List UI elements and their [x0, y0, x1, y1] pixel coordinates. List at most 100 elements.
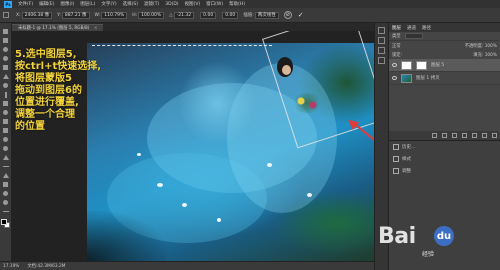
gradient-tool-icon[interactable]: [1, 126, 10, 135]
menu-help[interactable]: 帮助(H): [226, 1, 248, 7]
dodge-tool-icon[interactable]: [1, 144, 10, 153]
menu-filter[interactable]: 滤镜(T): [141, 1, 162, 7]
reference-point[interactable]: [3, 12, 11, 18]
cancel-transform-button[interactable]: ⊘: [283, 11, 292, 19]
layer-row[interactable]: 图层 1 拷贝: [389, 72, 500, 85]
menu-layer[interactable]: 图层(L): [77, 1, 98, 7]
filter-field[interactable]: [404, 33, 423, 39]
baidu-paw-logo: du: [434, 226, 454, 246]
color-panel-icon[interactable]: [378, 27, 385, 34]
opacity-value[interactable]: 100%: [485, 44, 497, 49]
lock-row: 锁定: 填充: 100%: [389, 50, 500, 59]
x-field[interactable]: 2406.38 像: [21, 11, 53, 19]
quick-select-tool-icon[interactable]: [1, 54, 10, 63]
blend-mode-select[interactable]: 正常: [392, 43, 401, 49]
selection-marquee: [92, 45, 272, 46]
type-tool-icon[interactable]: [1, 162, 10, 171]
clone-stamp-tool-icon[interactable]: [1, 99, 10, 108]
menu-3d[interactable]: 3D(D): [162, 2, 181, 7]
layer-style-icon[interactable]: [442, 133, 447, 138]
delete-layer-icon[interactable]: [492, 133, 497, 138]
menu-file[interactable]: 文件(F): [15, 1, 36, 7]
angle-field[interactable]: -21.32: [173, 11, 195, 19]
document-tab-bar: 未标题-1 @ 17.1% (图层 5, RGB/8) ×: [12, 23, 374, 31]
layer-name: 图层 5: [431, 63, 445, 68]
styles-icon: [393, 156, 399, 162]
zoom-tool-icon[interactable]: [1, 198, 10, 207]
link-layers-icon[interactable]: [432, 133, 437, 138]
menu-view[interactable]: 视图(V): [182, 1, 204, 7]
layers-panel: 图层 通道 路径 类型 正常 不透明度: 100% 锁定: 填充: 100% 图…: [388, 23, 500, 140]
x-label: X:: [16, 12, 21, 18]
hand-tool-icon[interactable]: [1, 189, 10, 198]
transform-options-bar: X: 2406.38 像 Y: 887.21 像 W: 110.79% H: 1…: [0, 8, 500, 23]
styles-panel-item[interactable]: 样式: [389, 153, 500, 165]
y-field[interactable]: 887.21 像: [61, 11, 90, 19]
color-swatches[interactable]: [0, 219, 11, 229]
canvas-area[interactable]: 5.选中图层5, 按ctrl+t快速选择, 将图层蒙版5 拖动到图层6的 位置进…: [12, 31, 374, 261]
history-panel-item[interactable]: 历史...: [389, 141, 500, 153]
annotation-line-7: 的位置: [15, 121, 45, 132]
eraser-tool-icon[interactable]: [1, 117, 10, 126]
more-tools-icon[interactable]: [1, 207, 10, 216]
annotation-line-3: 将图层蒙版5: [15, 73, 72, 84]
fill-value[interactable]: 100%: [485, 53, 497, 58]
pen-tool-icon[interactable]: [1, 153, 10, 162]
layer-mask-thumbnail[interactable]: [416, 60, 427, 70]
adjust-icon: [393, 168, 399, 174]
h-label: H:: [132, 12, 138, 18]
angle-group: △ -21.32: [169, 11, 195, 19]
healing-brush-tool-icon[interactable]: [1, 81, 10, 90]
visibility-eye-icon[interactable]: [392, 63, 397, 67]
filter-type-select[interactable]: 类型: [392, 33, 401, 39]
commit-transform-button[interactable]: ✓: [298, 11, 304, 19]
tab-layers[interactable]: 图层: [392, 25, 401, 31]
fill-label: 填充:: [473, 52, 484, 58]
adjustment-layer-icon[interactable]: [462, 133, 467, 138]
height-field[interactable]: 100.00%: [138, 11, 165, 19]
y-group: Y: 887.21 像: [57, 11, 90, 19]
layers-panel-tabs: 图层 通道 路径: [389, 23, 500, 32]
move-tool-icon[interactable]: [1, 27, 10, 36]
status-bar: 17.19% 文档:42.3M/63.2M: [0, 261, 374, 270]
menu-image[interactable]: 图像(I): [57, 1, 77, 7]
lasso-tool-icon[interactable]: [1, 45, 10, 54]
new-layer-icon[interactable]: [482, 133, 487, 138]
new-group-icon[interactable]: [472, 133, 477, 138]
eyedropper-tool-icon[interactable]: [1, 72, 10, 81]
path-select-tool-icon[interactable]: [1, 171, 10, 180]
properties-panel-icon[interactable]: [378, 57, 385, 64]
layers-panel-footer: [389, 131, 500, 140]
menu-edit[interactable]: 编辑(E): [36, 1, 57, 7]
adjustments-panel-item[interactable]: 调整: [389, 165, 500, 177]
blur-tool-icon[interactable]: [1, 135, 10, 144]
v-skew-field[interactable]: 0.00: [222, 11, 239, 19]
zoom-level[interactable]: 17.19%: [3, 264, 19, 269]
marquee-tool-icon[interactable]: [1, 36, 10, 45]
layer-filter-row: 类型: [389, 32, 500, 41]
crop-tool-icon[interactable]: [1, 63, 10, 72]
add-mask-icon[interactable]: [452, 133, 457, 138]
interpolation-select[interactable]: 两次线性: [254, 11, 279, 19]
history-brush-tool-icon[interactable]: [1, 108, 10, 117]
annotation-line-2: 按ctrl+t快速选择,: [15, 61, 102, 72]
angle-icon: △: [169, 12, 173, 18]
menu-type[interactable]: 文字(Y): [98, 1, 119, 7]
document-tab[interactable]: 未标题-1 @ 17.1% (图层 5, RGB/8) ×: [12, 24, 104, 31]
tab-paths[interactable]: 路径: [422, 25, 431, 31]
h-skew-field[interactable]: 0.00: [200, 11, 217, 19]
w-group: W: 110.79%: [95, 11, 128, 19]
swatches-panel-icon[interactable]: [378, 37, 385, 44]
menu-bar: Ps 文件(F) 编辑(E) 图像(I) 图层(L) 文字(Y) 选择(S) 滤…: [0, 0, 500, 8]
visibility-eye-icon[interactable]: [392, 76, 397, 80]
shape-tool-icon[interactable]: [1, 180, 10, 189]
foreground-color-swatch[interactable]: [0, 219, 7, 225]
annotation-line-5: 位置进行覆盖,: [15, 97, 79, 108]
menu-window[interactable]: 窗口(W): [203, 1, 226, 7]
menu-select[interactable]: 选择(S): [120, 1, 141, 7]
brush-tool-icon[interactable]: [1, 90, 10, 99]
tab-channels[interactable]: 通道: [407, 25, 416, 31]
layer-row[interactable]: 图层 5: [389, 59, 500, 72]
width-field[interactable]: 110.79%: [101, 11, 128, 19]
adjustments-panel-icon[interactable]: [378, 47, 385, 54]
